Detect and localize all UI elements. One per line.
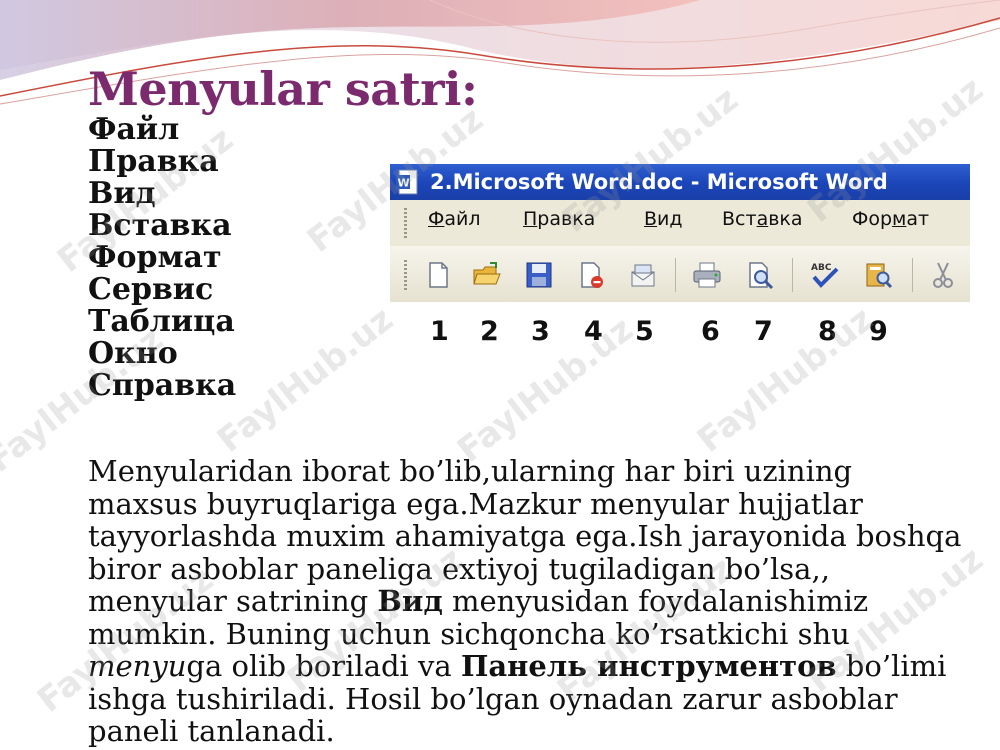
word-document-icon: W [396,169,418,195]
menu-list-item: Вставка [88,208,232,243]
body-paragraph: Menyularidan iborat bo’lib,ularning har … [88,454,962,748]
word-window-screenshot: W 2.Microsoft Word.doc - Microsoft Word … [390,164,970,360]
number-label: 8 [818,316,837,347]
toolbar-grip-icon [404,260,407,292]
menu-insert[interactable]: Вставка [722,208,803,230]
save-disk-icon[interactable] [524,260,554,290]
number-label: 2 [480,316,499,347]
italic-menyu: menyu [88,649,187,683]
slide-title: Menyular satri: [88,62,478,116]
bold-panel-instrumentov: Панель инструментов [460,649,837,683]
research-icon[interactable] [864,260,894,290]
menu-file[interactable]: Файл [428,208,481,230]
permission-icon[interactable] [576,260,606,290]
menu-list-item: Таблица [88,304,235,339]
menu-list-item: Формат [88,240,222,275]
toolbar-number-labels: 1 2 3 4 5 6 7 8 9 [390,304,970,360]
number-label: 1 [430,316,449,347]
bold-vid: Вид [377,584,443,618]
menu-list-item: Правка [88,144,219,179]
window-title: 2.Microsoft Word.doc - Microsoft Word [430,170,888,194]
menu-list-item: Вид [88,176,156,211]
number-label: 4 [584,316,603,347]
open-folder-icon[interactable] [472,260,502,290]
watermark: FaylHub.uz [210,299,401,461]
svg-text:W: W [398,177,410,190]
number-label: 9 [869,316,888,347]
print-icon[interactable] [692,260,722,290]
menu-list-item: Файл [88,112,180,147]
menu-list-item: Справка [88,368,237,403]
number-label: 3 [531,316,550,347]
menu-list-item: Окно [88,336,178,371]
email-icon[interactable] [628,260,658,290]
print-preview-icon[interactable] [745,260,775,290]
window-titlebar: W 2.Microsoft Word.doc - Microsoft Word [390,164,970,200]
menu-format[interactable]: Формат [852,208,929,230]
menu-edit[interactable]: Правка [523,208,595,230]
toolbar-separator [675,258,676,292]
menu-list-item: Сервис [88,272,214,307]
cut-icon[interactable] [928,260,958,290]
menu-list: Файл Правка Вид Вставка Формат Сервис Та… [88,114,236,402]
svg-text:ABC: ABC [811,263,832,273]
menu-grip-icon [404,208,407,238]
number-label: 7 [754,316,773,347]
word-menu-bar: Файл Правка Вид Вставка Формат [390,200,970,246]
standard-toolbar: ABC [390,246,970,302]
new-document-icon[interactable] [423,260,453,290]
spelling-icon[interactable]: ABC [810,260,840,290]
menu-view[interactable]: Вид [644,208,683,230]
number-label: 6 [701,316,720,347]
toolbar-separator [912,258,913,292]
toolbar-separator [792,258,793,292]
number-label: 5 [635,316,654,347]
